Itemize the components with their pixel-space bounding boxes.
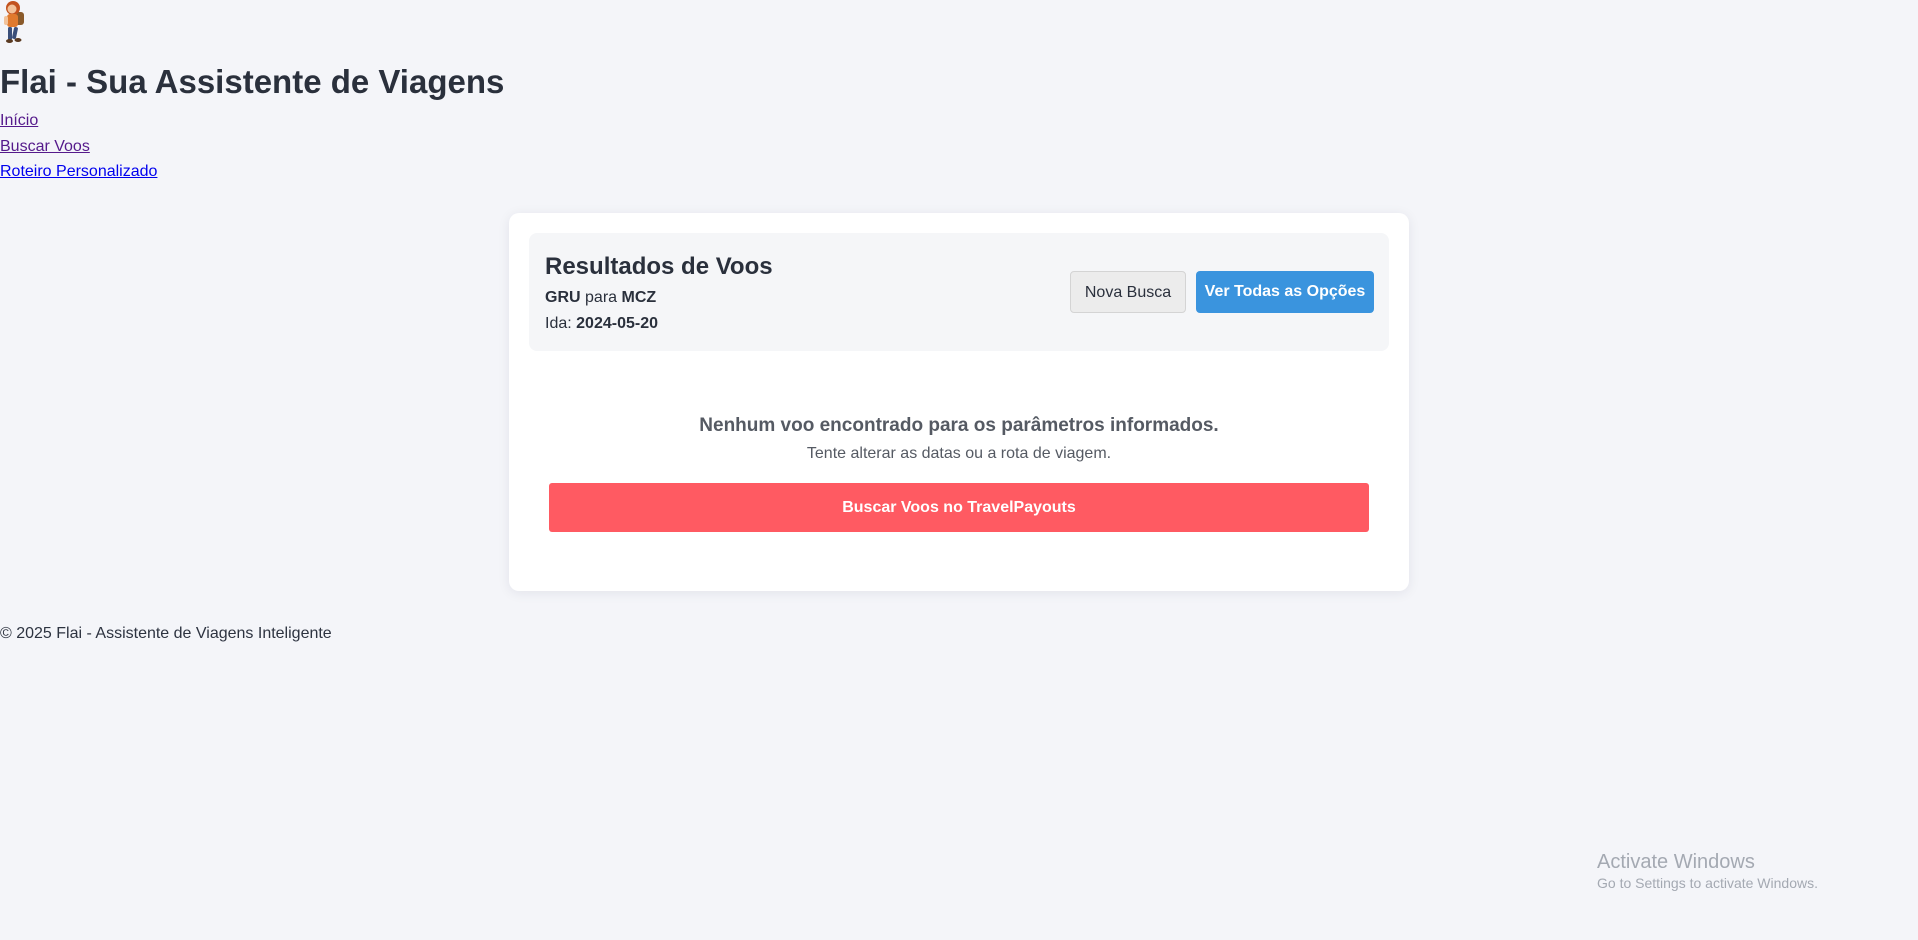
date-value: 2024-05-20 (576, 315, 658, 332)
route-connector: para (585, 289, 618, 306)
see-all-options-button[interactable]: Ver Todas as Opções (1196, 271, 1374, 313)
results-title: Resultados de Voos (545, 253, 773, 280)
search-travelpayouts-button[interactable]: Buscar Voos no TravelPayouts (549, 483, 1369, 532)
watermark-subtitle: Go to Settings to activate Windows. (1597, 875, 1818, 891)
flight-results-card: Resultados de Voos GRU para MCZ Ida: 202… (509, 213, 1409, 591)
site-footer: © 2025 Flai - Assistente de Viagens Inte… (0, 625, 332, 642)
route-summary: GRU para MCZ (545, 289, 656, 307)
watermark-title: Activate Windows (1597, 851, 1755, 873)
no-results-hint: Tente alterar as datas ou a rota de viag… (806, 445, 1112, 462)
nav-link-roteiro-personalizado[interactable]: Roteiro Personalizado (0, 159, 157, 185)
origin-code: GRU (545, 289, 581, 306)
site-title: Flai - Sua Assistente de Viagens (0, 63, 505, 100)
departure-date: Ida: 2024-05-20 (545, 315, 658, 333)
results-header: Resultados de Voos GRU para MCZ Ida: 202… (529, 233, 1389, 351)
destination-code: MCZ (621, 289, 657, 306)
new-search-button[interactable]: Nova Busca (1070, 271, 1186, 313)
nav-link-buscar-voos[interactable]: Buscar Voos (0, 134, 157, 160)
activate-windows-watermark: Activate Windows Go to Settings to activ… (1597, 850, 1818, 892)
date-label: Ida: (545, 315, 572, 332)
no-results-message: Nenhum voo encontrado para os parâmetros… (699, 415, 1219, 436)
traveler-mascot-icon (0, 0, 30, 46)
main-nav: Início Buscar Voos Roteiro Personalizado (0, 108, 157, 185)
nav-link-inicio[interactable]: Início (0, 108, 157, 134)
